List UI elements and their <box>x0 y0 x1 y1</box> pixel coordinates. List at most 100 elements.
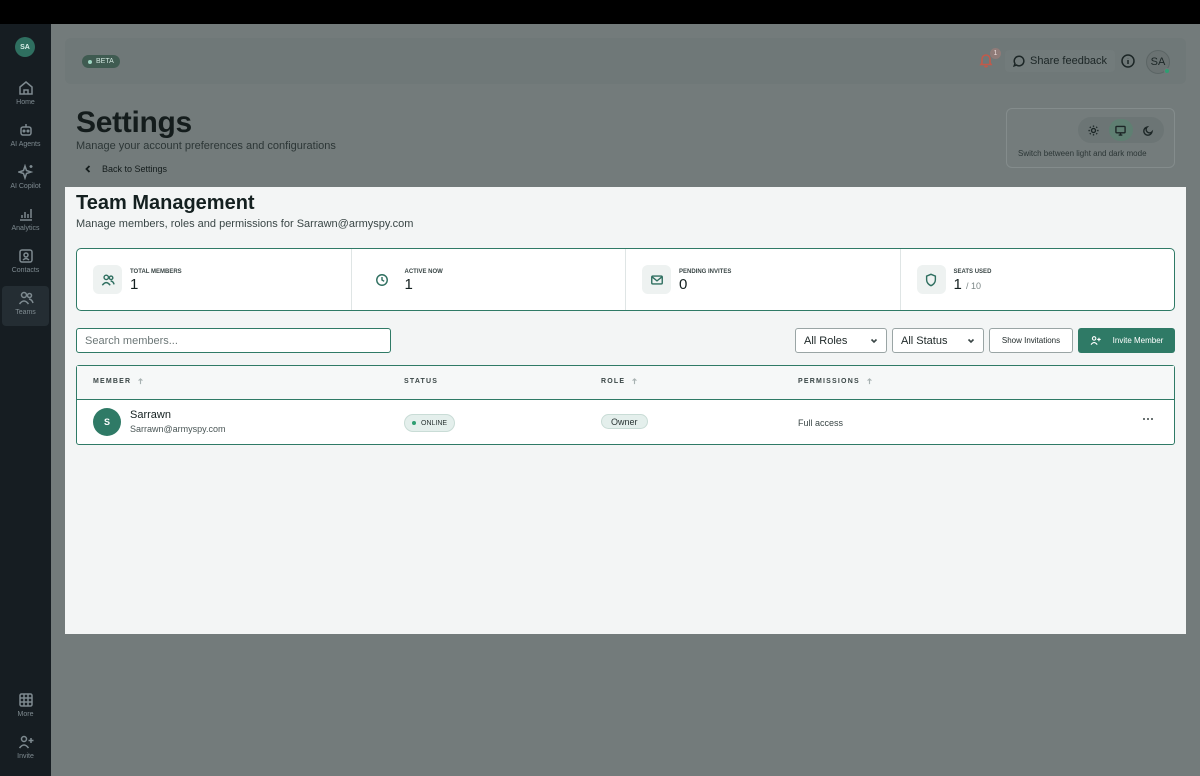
message-circle-icon <box>1013 55 1025 67</box>
members-table: MEMBER STATUS ROLE PERMISSIONS S Sarrawn <box>76 365 1175 445</box>
stat-seats-used: SEATS USED 1 / 10 <box>901 249 1175 310</box>
sidebar-item-analytics[interactable]: Analytics <box>2 202 49 242</box>
column-label: PERMISSIONS <box>798 378 860 385</box>
status-filter-value: All Status <box>901 334 948 347</box>
sidebar-item-label: AI Agents <box>10 141 41 148</box>
stat-value: 1 <box>404 276 413 293</box>
column-label: STATUS <box>404 378 439 385</box>
theme-dark-button[interactable] <box>1136 119 1160 141</box>
sparkles-icon <box>17 164 33 180</box>
stat-label: PENDING INVITES <box>679 269 732 275</box>
stat-label: SEATS USED <box>953 269 992 275</box>
invite-member-button[interactable]: Invite Member <box>1078 328 1175 353</box>
theme-switcher: Switch between light and dark mode <box>1006 108 1175 168</box>
role-filter-select[interactable]: All Roles <box>795 328 887 353</box>
home-icon <box>18 81 33 95</box>
theme-system-button[interactable] <box>1108 119 1133 141</box>
column-header-member[interactable]: MEMBER <box>93 378 144 385</box>
sidebar-item-ai-agents[interactable]: AI Agents <box>2 118 49 158</box>
sun-icon <box>1088 124 1099 136</box>
share-feedback-button[interactable]: Share feedback <box>1005 50 1116 72</box>
status-badge: ONLINE <box>404 414 456 432</box>
sidebar-item-contacts[interactable]: Contacts <box>2 244 49 284</box>
team-subtitle: Manage members, roles and permissions fo… <box>76 218 414 230</box>
theme-caption: Switch between light and dark mode <box>1018 149 1147 158</box>
sidebar-item-invite[interactable]: Invite <box>2 730 49 770</box>
stat-label: ACTIVE NOW <box>404 269 443 275</box>
main-content: BETA 1 Share feedback SA Settings Manage… <box>51 24 1200 776</box>
beta-label: BETA <box>96 58 114 65</box>
chevron-down-icon <box>967 338 975 343</box>
seats-used-value: 1 <box>953 276 962 293</box>
sort-icon <box>867 378 872 385</box>
monitor-icon <box>1115 125 1127 136</box>
team-management-panel: Team Management Manage members, roles an… <box>65 187 1186 634</box>
sort-icon <box>138 378 144 385</box>
stat-total-members: TOTAL MEMBERS 1 <box>77 249 352 310</box>
moon-icon <box>1143 125 1153 136</box>
notification-count-badge: 1 <box>990 48 1001 59</box>
sidebar-item-home[interactable]: Home <box>2 76 49 116</box>
bar-chart-icon <box>19 209 32 221</box>
member-avatar: S <box>93 408 121 436</box>
stats-card: TOTAL MEMBERS 1 ACTIVE NOW 1 PENDING INV… <box>76 248 1175 311</box>
sidebar-item-label: More <box>17 711 34 718</box>
user-plus-icon <box>1090 336 1101 345</box>
chevron-down-icon <box>870 338 878 343</box>
stat-value: 1 <box>130 276 139 293</box>
online-dot <box>412 421 416 425</box>
stat-active-now: ACTIVE NOW 1 <box>352 249 626 310</box>
seats-total: / 10 <box>966 281 982 291</box>
sidebar-item-label: Home <box>16 99 35 106</box>
online-status-dot <box>1164 68 1170 74</box>
status-filter-select[interactable]: All Status <box>892 328 984 353</box>
role-badge: Owner <box>601 414 648 429</box>
row-actions-button[interactable] <box>1138 412 1158 426</box>
top-bar: BETA 1 Share feedback SA <box>65 38 1186 84</box>
more-dot <box>1147 418 1149 420</box>
user-plus-icon <box>18 735 33 749</box>
more-dot <box>1143 418 1145 420</box>
sidebar-item-label: Teams <box>15 309 36 316</box>
sidebar-avatar[interactable]: SA <box>15 37 35 57</box>
search-members-input[interactable] <box>76 328 391 353</box>
sidebar-item-label: Invite <box>17 753 34 760</box>
info-button[interactable] <box>1121 54 1135 68</box>
invite-member-label: Invite Member <box>1112 336 1164 345</box>
sidebar-item-label: Contacts <box>11 267 40 274</box>
column-header-permissions[interactable]: PERMISSIONS <box>798 378 873 385</box>
sidebar-item-label: AI Copilot <box>10 183 41 190</box>
sidebar-item-more[interactable]: More <box>2 688 49 728</box>
sidebar-item-label: Analytics <box>11 225 40 232</box>
column-header-status: STATUS <box>404 378 438 385</box>
chevron-left-icon <box>85 165 91 173</box>
mail-icon <box>642 265 671 294</box>
sort-icon <box>632 378 638 385</box>
stat-pending-invites: PENDING INVITES 0 <box>626 249 901 310</box>
contact-card-icon <box>18 249 33 263</box>
stat-label: TOTAL MEMBERS <box>130 269 182 275</box>
show-invitations-button[interactable]: Show Invitations <box>989 328 1073 353</box>
stat-value: 1 / 10 <box>954 276 982 293</box>
share-feedback-label: Share feedback <box>1030 55 1108 67</box>
users-icon <box>18 291 34 305</box>
back-link-label: Back to Settings <box>102 164 168 174</box>
member-email: Sarrawn@armyspy.com <box>130 424 226 434</box>
column-header-role[interactable]: ROLE <box>601 378 638 385</box>
sidebar-item-ai-copilot[interactable]: AI Copilot <box>2 160 49 200</box>
team-title: Team Management <box>76 192 255 214</box>
theme-light-button[interactable] <box>1082 119 1106 141</box>
shield-icon <box>916 265 946 294</box>
role-filter-value: All Roles <box>804 334 848 347</box>
stat-value: 0 <box>679 276 688 293</box>
sidebar: SA Home AI Agents AI Copilot Analytics C… <box>0 24 51 776</box>
column-label: MEMBER <box>93 378 132 385</box>
member-name: Sarrawn <box>130 409 171 421</box>
grid-icon <box>18 693 33 707</box>
users-icon <box>93 265 122 294</box>
beta-badge: BETA <box>82 55 120 68</box>
more-dot <box>1151 418 1153 420</box>
sidebar-item-teams[interactable]: Teams <box>2 286 49 326</box>
robot-icon <box>19 124 32 136</box>
back-to-settings-link[interactable]: Back to Settings <box>84 164 167 174</box>
